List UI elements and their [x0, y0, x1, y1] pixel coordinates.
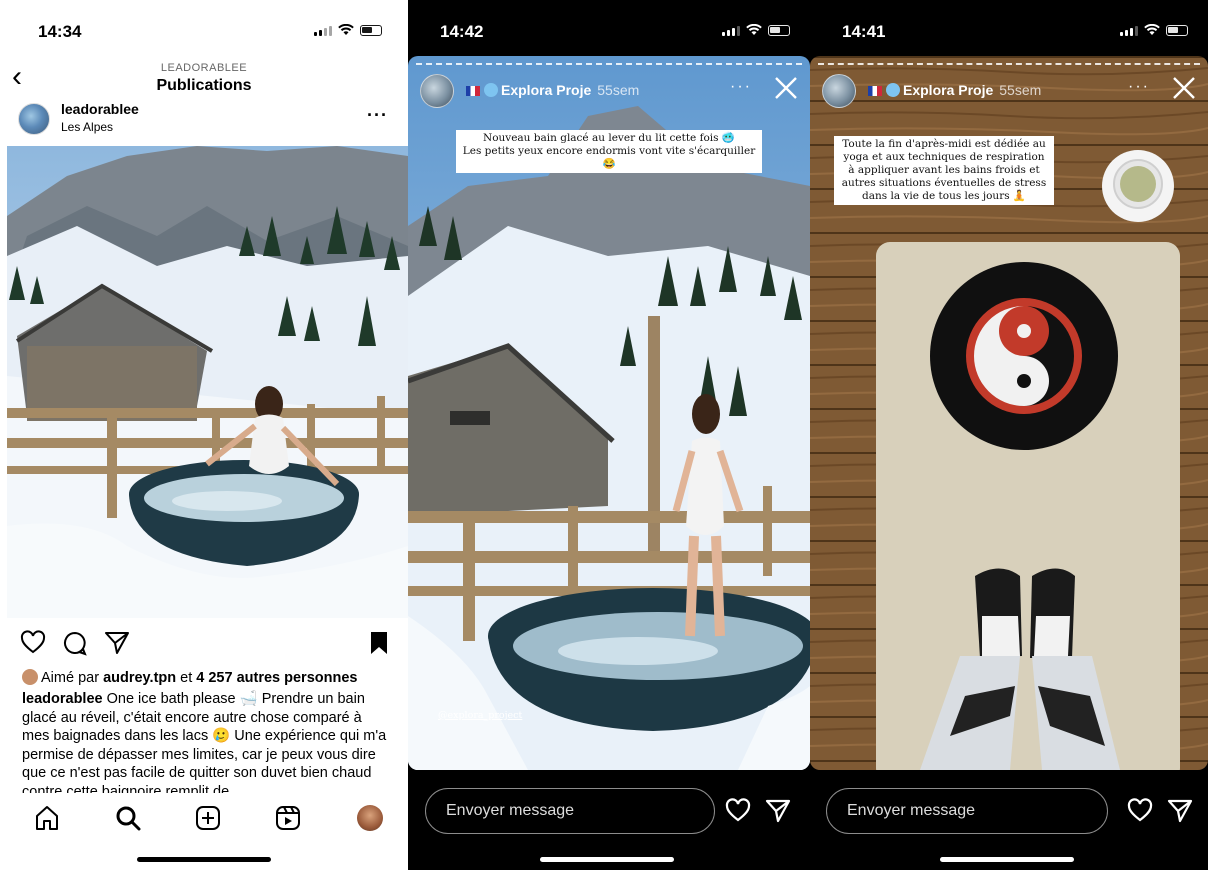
story-age: 55sem — [999, 82, 1042, 98]
cold-face-emoji-icon — [886, 83, 900, 97]
status-icons — [722, 24, 790, 36]
status-icons — [314, 24, 382, 36]
post-caption: leadorablee One ice bath please 🛁 Prendr… — [22, 690, 392, 793]
post-actions — [20, 630, 392, 658]
profile-avatar[interactable] — [357, 805, 383, 831]
reply-input[interactable]: Envoyer message — [425, 788, 715, 834]
likes-count[interactable]: 4 257 autres personnes — [196, 670, 357, 686]
story-account[interactable]: Explora Proje 55sem — [466, 82, 639, 98]
status-bar: 14:42 — [408, 0, 810, 56]
close-icon[interactable] — [772, 74, 800, 102]
wifi-icon — [1144, 24, 1160, 35]
signal-icon — [1120, 26, 1138, 36]
story-progress-bar — [416, 63, 802, 65]
cold-face-emoji-icon — [484, 83, 498, 97]
bookmark-icon[interactable] — [366, 630, 392, 656]
story-progress-bar — [818, 63, 1200, 65]
share-icon[interactable] — [104, 630, 130, 656]
likes-summary[interactable]: Aimé par audrey.tpn et 4 257 autres pers… — [22, 669, 357, 686]
status-bar: 14:41 — [810, 0, 1208, 56]
story-media[interactable]: Explora Proje 55sem ··· Nouveau bain glac… — [408, 56, 810, 770]
reply-input[interactable]: Envoyer message — [826, 788, 1108, 834]
battery-icon — [360, 25, 382, 36]
wifi-icon — [746, 24, 762, 35]
heart-icon[interactable] — [724, 797, 752, 825]
header-username: LEADORABLEE — [160, 62, 248, 74]
likes-mid: et — [176, 670, 197, 686]
share-icon[interactable] — [1166, 797, 1194, 825]
avatar[interactable] — [420, 74, 454, 108]
home-indicator — [137, 857, 271, 862]
story-text-overlay: Nouveau bain glacé au lever du lit cette… — [456, 130, 762, 173]
post-screen: 14:34 ‹ LEADORABLEE Publications leadora… — [0, 0, 408, 870]
create-icon[interactable] — [194, 804, 222, 832]
comment-icon[interactable] — [62, 630, 88, 656]
likes-prefix: Aimé par — [41, 670, 104, 686]
page-title: Publications — [156, 77, 252, 94]
status-time: 14:34 — [38, 22, 82, 41]
story-caption-line-2: Les petits yeux encore endormis vont vit… — [462, 145, 756, 170]
more-options-icon[interactable]: ··· — [1128, 78, 1150, 96]
post-location[interactable]: Les Alpes — [61, 120, 113, 134]
status-bar: 14:34 — [0, 0, 408, 56]
likes-user[interactable]: audrey.tpn — [103, 670, 176, 686]
story-account[interactable]: Explora Proje 55sem — [868, 82, 1041, 98]
avatar[interactable] — [18, 103, 50, 135]
post-photo[interactable] — [7, 146, 408, 618]
more-options-icon[interactable]: ··· — [730, 78, 752, 96]
signal-icon — [722, 26, 740, 36]
france-flag-icon — [466, 86, 480, 96]
story-text-overlay: Toute la fin d'après-midi est dédiée au … — [834, 136, 1054, 205]
avatar[interactable] — [822, 74, 856, 108]
status-time: 14:42 — [440, 22, 484, 41]
bottom-tab-bar — [0, 796, 408, 842]
story-age: 55sem — [597, 82, 640, 98]
france-flag-icon — [868, 86, 882, 96]
story-account-name: Explora Proje — [501, 82, 592, 98]
share-icon[interactable] — [764, 797, 792, 825]
story-mention[interactable]: @explora_project — [438, 710, 522, 721]
caption-username[interactable]: leadorablee — [22, 691, 103, 707]
ice-bath-photo — [7, 146, 408, 618]
liker-avatar — [22, 669, 38, 685]
story-header: Explora Proje 55sem ··· — [822, 74, 1198, 108]
close-icon[interactable] — [1170, 74, 1198, 102]
home-indicator — [940, 857, 1074, 862]
story-media[interactable]: Explora Proje 55sem ··· Toute la fin d'ap… — [810, 56, 1208, 770]
wifi-icon — [338, 24, 354, 35]
story-screen-2: 14:41 Explora Proje 55sem ··· Toute la f… — [810, 0, 1208, 870]
battery-icon — [768, 25, 790, 36]
reels-icon[interactable] — [274, 804, 302, 832]
story-account-name: Explora Proje — [903, 82, 994, 98]
heart-icon[interactable] — [1126, 797, 1154, 825]
status-icons — [1120, 24, 1188, 36]
search-icon[interactable] — [114, 804, 142, 832]
story-caption-line-1: Nouveau bain glacé au lever du lit cette… — [483, 132, 735, 144]
story-screen-1: 14:42 Explora Proje 55sem ··· Nouveau ba… — [408, 0, 810, 870]
signal-icon — [314, 26, 332, 36]
status-time: 14:41 — [842, 22, 886, 41]
more-options-icon[interactable]: ··· — [367, 105, 388, 126]
home-icon[interactable] — [33, 804, 61, 832]
story-header: Explora Proje 55sem ··· — [420, 74, 800, 108]
home-indicator — [540, 857, 674, 862]
heart-icon[interactable] — [20, 630, 46, 656]
battery-icon — [1166, 25, 1188, 36]
post-username[interactable]: leadorablee — [61, 101, 139, 117]
post-header: leadorablee Les Alpes ··· — [18, 101, 398, 137]
